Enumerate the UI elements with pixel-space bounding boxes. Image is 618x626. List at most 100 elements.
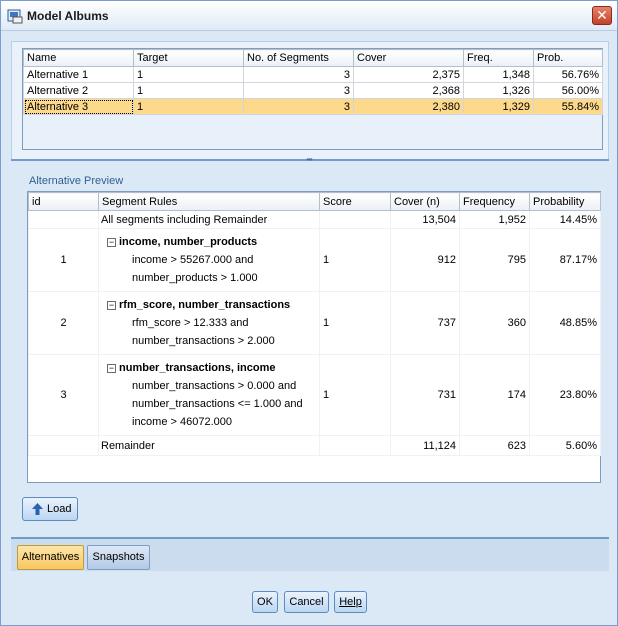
- column-header-frequency[interactable]: Frequency: [459, 192, 530, 211]
- album-row[interactable]: Alternative 2 1 3 2,368 1,326 56.00%: [23, 82, 603, 99]
- column-header-id[interactable]: id: [28, 192, 99, 211]
- segment-rule-line: rfm_score > 12.333 and: [132, 317, 249, 329]
- cell-score-empty: [319, 210, 391, 229]
- load-button-label: Load: [47, 503, 72, 515]
- cell-rules: − rfm_score, number_transactions rfm_scor…: [98, 291, 320, 355]
- tab-label: Snapshots: [92, 551, 145, 563]
- cell-cover: 2,375: [353, 66, 464, 83]
- all-segments-row[interactable]: All segments including Remainder 13,504 …: [28, 210, 601, 229]
- cell-id-empty: [28, 210, 99, 229]
- cell-score: 1: [319, 228, 391, 292]
- cell-rules: − number_transactions, income number_tran…: [98, 354, 320, 436]
- albums-header-row: Name Target No. of Segments Cover Freq. …: [23, 49, 603, 67]
- help-button[interactable]: Help: [334, 591, 367, 613]
- cell-probability: 48.85%: [529, 291, 601, 355]
- segment-rule-header[interactable]: − rfm_score, number_transactions: [101, 296, 317, 314]
- cell-prob: 56.00%: [533, 82, 603, 99]
- column-header-cover-n[interactable]: Cover (n): [390, 192, 460, 211]
- cell-score: 1: [319, 291, 391, 355]
- column-header-target[interactable]: Target: [133, 49, 244, 67]
- window-title: Model Albums: [27, 9, 109, 23]
- ok-button-label: OK: [257, 596, 273, 608]
- cell-freq: 1,329: [463, 98, 534, 115]
- preview-table: id Segment Rules Score Cover (n) Frequen…: [28, 192, 601, 456]
- segment-rule-line: income > 46072.000: [132, 416, 232, 428]
- cancel-button-label: Cancel: [289, 596, 324, 608]
- cell-target: 1: [133, 82, 244, 99]
- tab-label: Alternatives: [21, 551, 80, 563]
- segment-rule-line: number_products > 1.000: [132, 272, 258, 284]
- cell-segments: 3: [243, 98, 354, 115]
- help-button-label: Help: [339, 596, 362, 608]
- close-icon: ✕: [596, 7, 608, 23]
- cell-id: 3: [28, 354, 99, 436]
- collapse-icon[interactable]: −: [107, 301, 116, 310]
- cell-name: Alternative 2: [23, 82, 134, 99]
- preview-grid[interactable]: id Segment Rules Score Cover (n) Frequen…: [27, 191, 601, 483]
- model-albums-window: Model Albums ✕ Name Target No. of Segmen…: [0, 0, 618, 626]
- column-header-name[interactable]: Name: [23, 49, 134, 67]
- collapse-icon[interactable]: −: [107, 238, 116, 247]
- remainder-row[interactable]: Remainder 11,124 623 5.60%: [28, 435, 601, 456]
- up-arrow-icon: [32, 503, 43, 515]
- segment-row[interactable]: 1 − income, number_products income > 5526…: [28, 228, 601, 292]
- column-header-probability[interactable]: Probability: [529, 192, 601, 211]
- segment-rule-title: number_transactions, income: [119, 362, 276, 374]
- segment-rule-line: income > 55267.000 and: [132, 254, 254, 266]
- album-row-selected[interactable]: Alternative 3 1 3 2,380 1,329 55.84%: [23, 98, 603, 115]
- ok-button[interactable]: OK: [252, 591, 278, 613]
- dialog-body: Name Target No. of Segments Cover Freq. …: [1, 31, 617, 625]
- cancel-button[interactable]: Cancel: [284, 591, 329, 613]
- cell-prob: 55.84%: [533, 98, 603, 115]
- cell-rule: All segments including Remainder: [98, 210, 320, 229]
- segment-rule-title: income, number_products: [119, 236, 258, 248]
- cell-frequency: 795: [459, 228, 530, 292]
- column-header-score[interactable]: Score: [319, 192, 391, 211]
- cell-id: 1: [28, 228, 99, 292]
- segment-rule-line: number_transactions <= 1.000 and: [132, 398, 303, 410]
- collapse-icon[interactable]: −: [107, 364, 116, 373]
- cell-name: Alternative 1: [23, 66, 134, 83]
- cell-freq: 1,326: [463, 82, 534, 99]
- tab-alternatives[interactable]: Alternatives: [17, 545, 84, 570]
- cell-rule: Remainder: [98, 435, 320, 456]
- column-header-segment-rules[interactable]: Segment Rules: [98, 192, 320, 211]
- cell-cover: 11,124: [390, 435, 460, 456]
- tab-snapshots[interactable]: Snapshots: [87, 545, 150, 570]
- segment-row[interactable]: 2 − rfm_score, number_transactions rfm_sc…: [28, 291, 601, 355]
- cell-frequency: 360: [459, 291, 530, 355]
- close-button[interactable]: ✕: [592, 6, 612, 25]
- column-header-freq[interactable]: Freq.: [463, 49, 534, 67]
- segment-rule-line: number_transactions > 0.000 and: [132, 380, 297, 392]
- segment-rule-header[interactable]: − number_transactions, income: [101, 359, 317, 377]
- cell-freq: 1,348: [463, 66, 534, 83]
- albums-grid[interactable]: Name Target No. of Segments Cover Freq. …: [22, 48, 603, 150]
- cell-name: Alternative 3: [23, 98, 134, 115]
- cell-probability: 5.60%: [529, 435, 601, 456]
- cell-probability: 14.45%: [529, 210, 601, 229]
- cell-id-empty: [28, 435, 99, 456]
- cell-id: 2: [28, 291, 99, 355]
- column-header-cover[interactable]: Cover: [353, 49, 464, 67]
- albums-table: Name Target No. of Segments Cover Freq. …: [23, 49, 603, 115]
- segment-rule-header[interactable]: − income, number_products: [101, 233, 317, 251]
- cell-cover: 731: [390, 354, 460, 436]
- column-header-segments[interactable]: No. of Segments: [243, 49, 354, 67]
- cell-frequency: 1,952: [459, 210, 530, 229]
- cell-cover: 912: [390, 228, 460, 292]
- cell-rules: − income, number_products income > 55267.…: [98, 228, 320, 292]
- cell-frequency: 174: [459, 354, 530, 436]
- cell-target: 1: [133, 98, 244, 115]
- cell-score-empty: [319, 435, 391, 456]
- album-row[interactable]: Alternative 1 1 3 2,375 1,348 56.76%: [23, 66, 603, 83]
- column-header-prob[interactable]: Prob.: [533, 49, 603, 67]
- segment-row[interactable]: 3 − number_transactions, income number_tr…: [28, 354, 601, 436]
- segment-rule-title: rfm_score, number_transactions: [119, 299, 291, 311]
- cell-cover: 2,368: [353, 82, 464, 99]
- preview-label: Alternative Preview: [29, 175, 124, 187]
- splitter-grip-icon[interactable]: •••: [302, 156, 316, 164]
- load-button[interactable]: Load: [22, 497, 78, 521]
- preview-header-row: id Segment Rules Score Cover (n) Frequen…: [28, 192, 601, 211]
- cell-prob: 56.76%: [533, 66, 603, 83]
- cell-target: 1: [133, 66, 244, 83]
